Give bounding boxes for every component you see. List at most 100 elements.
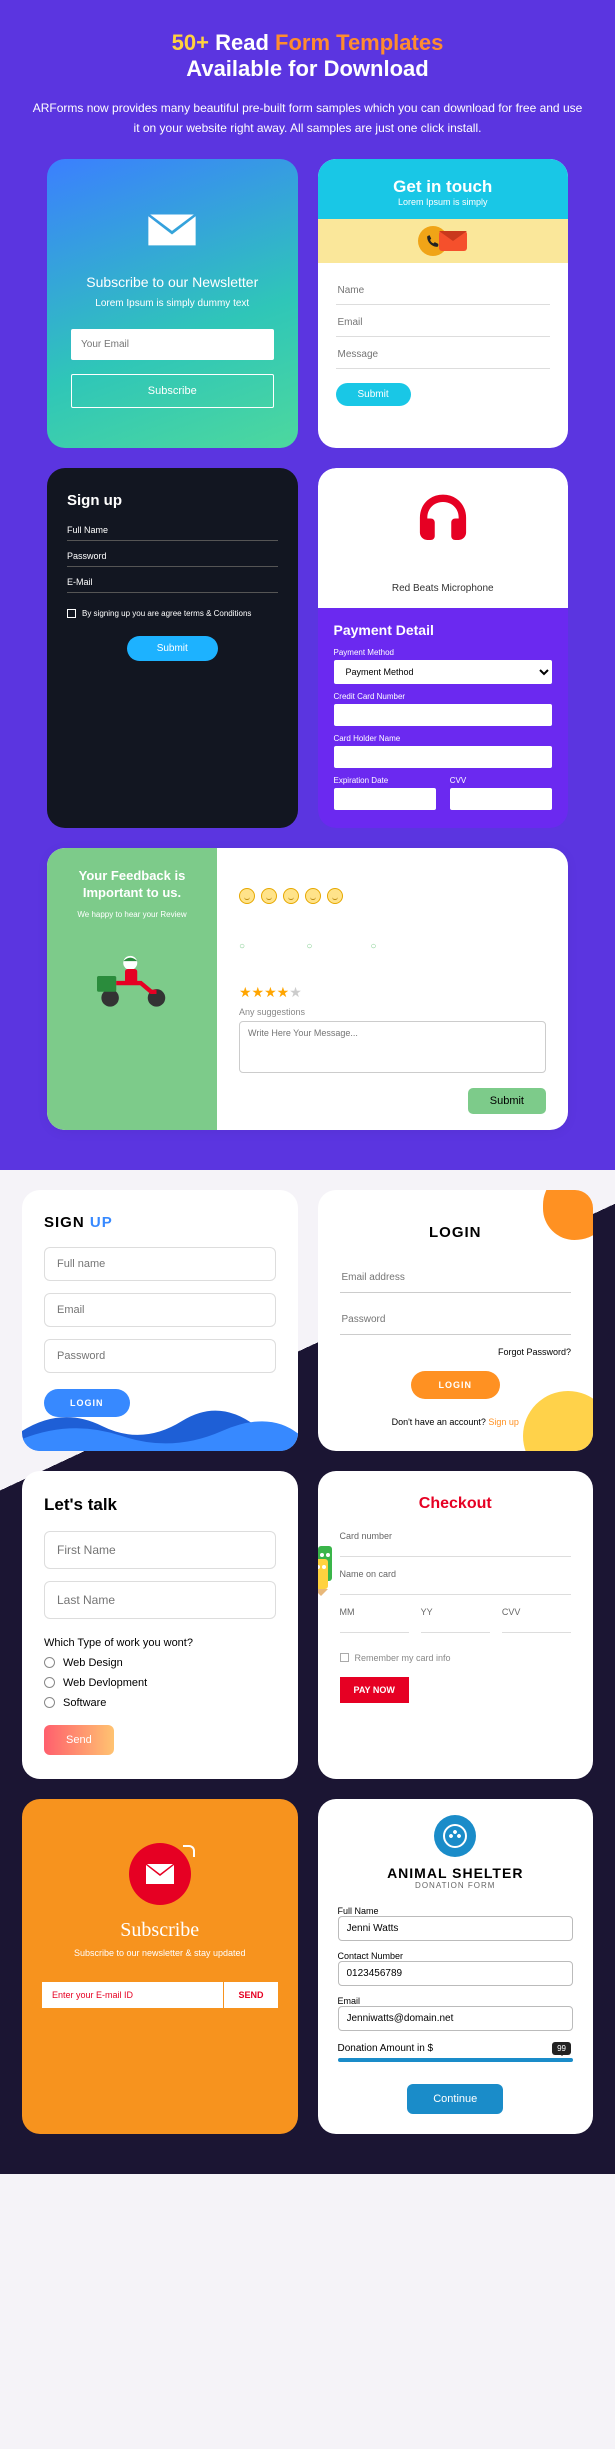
work-option-label: Web Devlopment xyxy=(63,1677,147,1689)
work-option-webdesign[interactable]: Web Design xyxy=(44,1657,276,1669)
cvv-input[interactable] xyxy=(450,788,552,810)
getintouch-card: Get in touch Lorem Ipsum is simply Submi… xyxy=(318,159,569,448)
signup-dark-title: Sign up xyxy=(67,492,278,509)
shelter-email-input[interactable] xyxy=(338,2006,574,2031)
hero-description: ARForms now provides many beautiful pre-… xyxy=(25,98,590,139)
work-option-software[interactable]: Software xyxy=(44,1697,276,1709)
title-word-read: Read xyxy=(215,30,269,55)
subscribe-orange-card: Subscribe Subscribe to our newsletter & … xyxy=(22,1799,298,2134)
signup-dark-email-input[interactable] xyxy=(67,592,278,593)
emoji-icon[interactable] xyxy=(239,888,255,904)
getintouch-message-input[interactable] xyxy=(336,341,551,369)
expiration-input[interactable] xyxy=(334,788,436,810)
checkout-mm-label: MM xyxy=(340,1607,409,1617)
checkout-cardnum-label: Card number xyxy=(340,1531,572,1541)
feedback-sidebar: Your Feedback is Important to us. We hap… xyxy=(47,848,217,1130)
card-holder-label: Card Holder Name xyxy=(334,734,553,743)
feedback-question-satisfaction: How Satisfied are you with our Food.?! xyxy=(239,866,546,880)
packing-option-dissatisfied[interactable]: Dissatisfied xyxy=(370,941,430,952)
shelter-fullname-input[interactable] xyxy=(338,1916,574,1941)
payment-method-select[interactable]: Payment Method xyxy=(334,660,553,684)
feedback-sidebar-subtitle: We happy to hear your Review xyxy=(61,910,203,919)
letstalk-send-button[interactable]: Send xyxy=(44,1725,114,1755)
login-password-input[interactable] xyxy=(340,1305,572,1335)
signup-light-title-part2: UP xyxy=(90,1214,113,1231)
emoji-icon[interactable] xyxy=(305,888,321,904)
shelter-contact-input[interactable] xyxy=(338,1961,574,1986)
shelter-subtitle: DONATION FORM xyxy=(318,1881,594,1890)
signup-light-title-part1: SIGN xyxy=(44,1214,85,1231)
newsletter-subscribe-button[interactable]: Subscribe xyxy=(71,374,274,408)
signup-dark-terms-row[interactable]: By signing up you are agree terms & Cond… xyxy=(67,609,278,618)
no-account-text: Don't have an account? xyxy=(392,1417,486,1427)
newsletter-title: Subscribe to our Newsletter xyxy=(71,274,274,290)
donation-slider[interactable]: 99 xyxy=(338,2058,574,2070)
letstalk-firstname-input[interactable] xyxy=(44,1531,276,1569)
checkbox-icon[interactable] xyxy=(340,1653,349,1662)
shelter-title: ANIMAL SHELTER xyxy=(318,1865,594,1881)
packing-option-average[interactable]: Average xyxy=(306,941,352,952)
getintouch-email-input[interactable] xyxy=(336,309,551,337)
newsletter-email-input[interactable] xyxy=(71,329,274,360)
signup-dark-password-input[interactable] xyxy=(67,566,278,567)
checkout-mm-input[interactable] xyxy=(340,1617,409,1633)
decoration-blob xyxy=(523,1391,593,1451)
emoji-icon[interactable] xyxy=(283,888,299,904)
shelter-continue-button[interactable]: Continue xyxy=(407,2084,503,2114)
product-name: Red Beats Microphone xyxy=(328,583,559,594)
signup-light-fullname-input[interactable] xyxy=(44,1247,276,1281)
signup-light-login-button[interactable]: LOGIN xyxy=(44,1389,130,1417)
signup-dark-fullname-input[interactable] xyxy=(67,540,278,541)
shelter-contact-label: Contact Number xyxy=(338,1951,574,1961)
star-rating[interactable]: ★★★★★ xyxy=(239,984,546,1001)
getintouch-name-input[interactable] xyxy=(336,277,551,305)
shelter-card: ANIMAL SHELTER DONATION FORM Full Name C… xyxy=(318,1799,594,2134)
getintouch-submit-button[interactable]: Submit xyxy=(336,383,411,406)
signup-light-title: SIGN UP xyxy=(44,1214,276,1231)
getintouch-header: Get in touch Lorem Ipsum is simply xyxy=(318,159,569,219)
product-price: $155.00 xyxy=(328,565,559,583)
emoji-icon[interactable] xyxy=(261,888,277,904)
subscribe-orange-email-input[interactable] xyxy=(42,1982,223,2008)
feedback-question-overall: Overall Experience: xyxy=(239,964,546,978)
suggestions-textarea[interactable] xyxy=(239,1021,546,1073)
signup-light-email-input[interactable] xyxy=(44,1293,276,1327)
checkout-cvv-label: CVV xyxy=(502,1607,571,1617)
checkout-title: Checkout xyxy=(340,1495,572,1513)
newsletter-card: Subscribe to our Newsletter Lorem Ipsum … xyxy=(47,159,298,448)
card-number-input[interactable] xyxy=(334,704,553,726)
headphone-icon xyxy=(328,488,559,557)
signup-dark-email-label: E-Mail xyxy=(67,577,278,587)
feedback-submit-button[interactable]: Submit xyxy=(468,1088,546,1114)
login-title: LOGIN xyxy=(340,1224,572,1241)
card-holder-input[interactable] xyxy=(334,746,553,768)
letstalk-lastname-input[interactable] xyxy=(44,1581,276,1619)
work-option-label: Web Design xyxy=(63,1657,123,1669)
signup-dark-submit-button[interactable]: Submit xyxy=(127,636,218,661)
signup-light-password-input[interactable] xyxy=(44,1339,276,1373)
login-card: LOGIN Forgot Password? LOGIN Don't have … xyxy=(318,1190,594,1451)
checkout-yy-input[interactable] xyxy=(421,1617,490,1633)
pencil-mascot-icon xyxy=(318,1541,348,1596)
emoji-icon[interactable] xyxy=(327,888,343,904)
login-button[interactable]: LOGIN xyxy=(411,1371,501,1399)
signup-dark-terms-text: By signing up you are agree terms & Cond… xyxy=(82,609,251,618)
checkout-cvv-input[interactable] xyxy=(502,1617,571,1633)
emoji-rating-row[interactable] xyxy=(239,888,546,909)
packing-option-excellent[interactable]: Excellent xyxy=(239,941,288,952)
paynow-button[interactable]: PAY NOW xyxy=(340,1677,409,1703)
forgot-password-link[interactable]: Forgot Password? xyxy=(340,1347,572,1357)
signup-link[interactable]: Sign up xyxy=(488,1417,519,1427)
donation-amount-label: Donation Amount in $ xyxy=(338,2043,574,2054)
subscribe-orange-send-button[interactable]: SEND xyxy=(223,1982,277,2008)
letstalk-title: Let's talk xyxy=(44,1495,276,1515)
remember-card-row[interactable]: Remember my card info xyxy=(340,1653,572,1663)
login-email-input[interactable] xyxy=(340,1263,572,1293)
checkout-nameoncard-input[interactable] xyxy=(340,1579,572,1595)
signup-dark-card: Sign up Full Name Password E-Mail By sig… xyxy=(47,468,298,828)
work-option-webdev[interactable]: Web Devlopment xyxy=(44,1677,276,1689)
checkout-cardnum-input[interactable] xyxy=(340,1541,572,1557)
signup-dark-fullname-label: Full Name xyxy=(67,525,278,535)
checkbox-icon[interactable] xyxy=(67,609,76,618)
suggestions-label: Any suggestions xyxy=(239,1007,546,1017)
